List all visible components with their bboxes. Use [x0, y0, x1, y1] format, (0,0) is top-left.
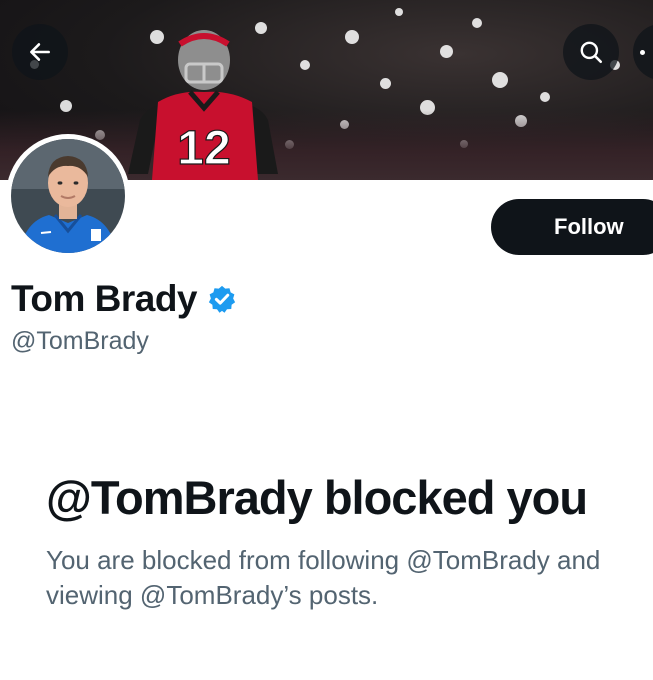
avatar-image	[11, 139, 125, 253]
profile-name-row: Tom Brady	[11, 278, 237, 320]
more-button[interactable]	[633, 24, 653, 80]
verified-badge-icon	[208, 285, 236, 313]
more-icon	[639, 49, 645, 55]
profile-name: Tom Brady	[11, 278, 198, 319]
search-button[interactable]	[563, 24, 619, 80]
avatar[interactable]	[6, 134, 130, 258]
blocked-description: You are blocked from following @TomBrady…	[46, 545, 601, 610]
profile-handle: @TomBrady	[11, 327, 149, 355]
jersey-number: 12	[177, 122, 230, 175]
follow-button[interactable]: Follow	[491, 199, 653, 255]
back-button[interactable]	[12, 24, 68, 80]
player-image: 12	[128, 30, 278, 180]
blocked-title: @TomBrady blocked you	[46, 471, 588, 524]
search-icon	[580, 41, 603, 64]
arrow-left-icon	[30, 43, 50, 61]
